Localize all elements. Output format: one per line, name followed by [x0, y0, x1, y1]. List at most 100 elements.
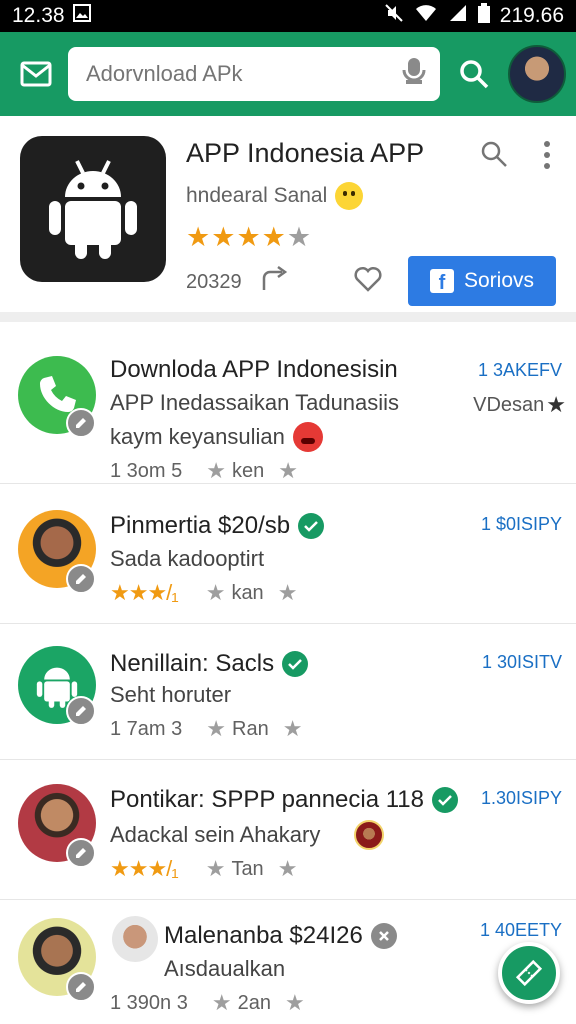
item-meta: ★★★/₁ ★ Tan ★ [110, 856, 297, 882]
item-meta: 1 3om 5 ★ ken ★ [110, 458, 298, 484]
item-title: Nenillain: Sacls [110, 650, 309, 678]
item-title-text: Downloda APP Indonesisin [110, 356, 398, 383]
featured-subtitle: hndearal Sanal [186, 184, 328, 207]
check-icon [432, 787, 458, 813]
item-title-text: Nenillain: Sacls [110, 650, 275, 677]
item-description: Sada kadooptirt [110, 546, 265, 571]
item-description: APP Inedassaikan Tadunasiis [110, 390, 400, 415]
check-icon [282, 651, 309, 677]
star-icon: ★ [206, 716, 226, 741]
item-meta-left: 1 7am 3 [110, 717, 183, 740]
item-price[interactable]: 1 3AKEFV [478, 360, 562, 381]
sad-face-icon [335, 182, 364, 210]
item-description-2: kaym keyansulian [110, 422, 323, 452]
mic-icon[interactable] [402, 56, 426, 92]
user-avatar[interactable] [508, 45, 566, 103]
avatar-mini-icon [354, 820, 385, 850]
list-item[interactable]: Downloda APP Indonesisin APP Inedassaika… [0, 332, 576, 484]
item-description-2-text: kaym keyansulian [110, 424, 285, 449]
item-price[interactable]: 1 30ISITV [482, 652, 562, 673]
item-description: Adackal sein Ahakary [110, 820, 385, 850]
item-meta-left: 1 390n 3 [110, 991, 188, 1014]
item-meta-mid: 2an [237, 991, 271, 1014]
mail-icon[interactable] [18, 56, 54, 92]
angry-face-icon [292, 422, 323, 452]
app-list: Downloda APP Indonesisin APP Inedassaika… [0, 332, 576, 1024]
list-item[interactable]: Pinmertia $20/sb Sada kadooptirt ★★★/₁ ★… [0, 484, 576, 624]
item-meta-mid: ken [232, 459, 265, 482]
app-bar: Adorvnload APk [0, 32, 576, 116]
wifi-icon [414, 3, 438, 29]
star-icon: ★ [278, 458, 298, 483]
signal-icon [448, 3, 468, 29]
featured-title: APP Indonesia APP [186, 138, 425, 168]
item-title-text: Pontikar: SPPP pannecia 118 [110, 786, 424, 813]
battery-icon [477, 3, 490, 29]
search-icon[interactable] [454, 54, 494, 94]
list-item[interactable]: Nenillain: Sacls Seht horuter 1 7am 3 ★ … [0, 624, 576, 760]
item-rating: ★★★/₁ [110, 580, 179, 605]
edit-icon[interactable] [66, 972, 96, 1002]
search-placeholder: Adorvnload APk [86, 61, 243, 86]
item-description: Aısdaualkan [164, 956, 286, 981]
item-right-sub: VDesan ★ [473, 392, 566, 418]
edit-icon[interactable] [66, 838, 96, 868]
avatar-small [112, 916, 158, 962]
item-meta-mid: Tan [231, 857, 264, 880]
list-item[interactable]: Malenanba $24I26 Aısdaualkan 1 390n 3 ★ … [0, 900, 576, 1024]
item-price[interactable]: 1.30ISIPY [481, 788, 562, 809]
check-icon [298, 513, 325, 539]
featured-count: 20329 [186, 270, 242, 293]
edit-icon[interactable] [66, 696, 96, 726]
facebook-button-label: Soriovs [463, 269, 535, 292]
star-icon: ★ [211, 222, 237, 252]
item-title-text: Pinmertia $20/sb [110, 512, 291, 539]
star-icon: ★ [277, 856, 298, 881]
item-rating: ★★★/₁ [110, 856, 179, 881]
more-vert-icon[interactable] [542, 140, 552, 175]
item-price[interactable]: 1 $0ISIPY [481, 514, 562, 535]
star-icon: ★ [282, 716, 303, 741]
item-description-text: Adackal sein Ahakary [110, 822, 321, 847]
star-icon: ★ [205, 856, 226, 881]
star-icon: ★ [261, 222, 287, 252]
status-bar: 12.38 219.66 [0, 0, 576, 32]
floating-action-button[interactable] [498, 942, 560, 1004]
item-title-text: Malenanba $24I26 [164, 922, 363, 949]
item-meta-mid: kan [231, 581, 264, 604]
item-title: Pinmertia $20/sb [110, 512, 325, 540]
item-meta: ★★★/₁ ★ kan ★ [110, 580, 297, 606]
search-icon[interactable] [480, 140, 508, 173]
ticket-icon [515, 959, 543, 987]
item-title: Downloda APP Indonesisin [110, 356, 398, 384]
edit-icon[interactable] [66, 408, 96, 438]
facebook-button[interactable]: f Soriovs [408, 256, 556, 306]
item-price[interactable]: 1 40EETY [480, 920, 562, 941]
star-icon: ★ [206, 458, 226, 483]
star-icon: ★ [186, 222, 212, 252]
star-icon: ★ [205, 580, 226, 605]
featured-app-card[interactable]: APP Indonesia APP hndearal Sanal ★★★★★ 2… [0, 116, 576, 322]
item-title: Malenanba $24I26 [164, 922, 397, 950]
android-app-icon [20, 136, 166, 282]
gallery-icon [72, 4, 91, 28]
share-icon[interactable] [260, 265, 290, 298]
star-icon: ★ [284, 990, 305, 1015]
item-meta: 1 7am 3 ★ Ran ★ [110, 716, 302, 742]
star-icon: ★ [277, 580, 298, 605]
status-time: 12.38 [12, 4, 65, 27]
list-item[interactable]: Pontikar: SPPP pannecia 118 Adackal sein… [0, 760, 576, 900]
item-description: Seht horuter [110, 682, 232, 707]
edit-icon[interactable] [66, 564, 96, 594]
item-meta-left: 1 3om 5 [110, 459, 183, 482]
star-icon: ★ [211, 990, 232, 1015]
close-icon[interactable] [370, 923, 397, 949]
heart-icon[interactable] [354, 266, 382, 297]
item-meta: 1 390n 3 ★ 2an ★ [110, 990, 305, 1016]
featured-count-row: 20329 [186, 265, 290, 298]
item-title: Pontikar: SPPP pannecia 118 [110, 786, 458, 814]
star-icon: ★ [286, 222, 313, 252]
search-input[interactable]: Adorvnload APk [68, 47, 440, 101]
star-icon: ★ [236, 222, 262, 252]
featured-subtitle-row: hndearal Sanal [186, 182, 364, 210]
